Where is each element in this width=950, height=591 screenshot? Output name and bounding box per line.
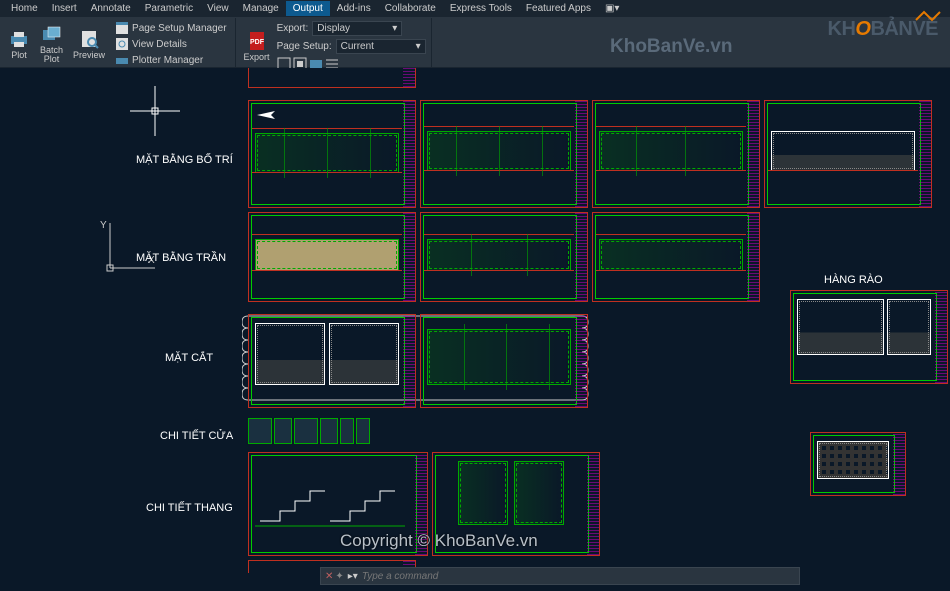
view-details-label: View Details [132,39,187,50]
title-block [893,433,905,495]
svg-text:Y: Y [100,220,107,231]
title-block [587,453,599,555]
plot-button[interactable]: Plot [4,20,34,68]
menu-bar: Home Insert Annotate Parametric View Man… [0,0,950,18]
drawing-frame [592,212,760,302]
drawing-frame [420,100,588,208]
row-label-4: CHI TIẾT CỬA [160,430,233,442]
plotter-manager-label: Plotter Manager [132,55,203,66]
crosshair-icon [130,86,180,136]
house-icon [914,10,944,22]
printer-icon [8,28,30,50]
title-block [403,315,415,407]
watermark-site: KhoBanVe.vn [610,36,732,58]
menu-collaborate[interactable]: Collaborate [378,1,443,16]
view-details-icon [115,37,129,51]
menu-manage[interactable]: Manage [236,1,286,16]
export-dd-value: Display [317,23,350,34]
command-placeholder: Type a command [362,571,439,582]
preview-icon [78,28,100,50]
title-block [403,101,415,207]
menu-express[interactable]: Express Tools [443,1,519,16]
row-label-5: CHI TIẾT THANG [146,502,233,514]
batch-plot-icon [41,24,63,46]
page-setup-label: Page Setup Manager [132,23,227,34]
menu-annotate[interactable]: Annotate [84,1,138,16]
plot-label: Plot [11,50,27,60]
export-dd-label: Export: [277,23,309,34]
title-block [935,291,947,383]
ribbon-panel-export: PDF Export Export: Display▾ Page Setup: … [236,18,432,67]
view-details-button[interactable]: View Details [111,36,231,52]
menu-addins[interactable]: Add-ins [330,1,378,16]
door-detail [320,418,338,444]
chevron-down-icon: ▾ [392,23,397,34]
plotter-manager-icon [115,53,129,67]
door-detail [274,418,292,444]
drawing-frame [790,290,948,384]
row-label-2: MẶT BẰNG TRẦN [136,252,226,264]
menu-featured[interactable]: Featured Apps [519,1,598,16]
page-setup-dd-value: Current [341,41,374,52]
drawing-frame [420,314,588,408]
prompt-caret: ▸▾ [348,571,358,582]
page-setup-dropdown[interactable]: Current ▾ [336,39,426,54]
command-line[interactable]: ✕ ✦ ▸▾ Type a command [320,567,800,585]
row-label-1: MẶT BẰNG BỐ TRÍ [136,154,233,166]
close-icon[interactable]: ✕ [325,571,333,582]
panel-toggle-icon[interactable]: ▣▾ [598,1,626,16]
door-detail [356,418,370,444]
drawing-frame [810,432,906,496]
drawing-frame [764,100,932,208]
watermark-logo: KHOBẢNVẼ [828,18,938,41]
menu-home[interactable]: Home [4,1,45,16]
drawing-frame [420,212,588,302]
title-block [575,213,587,301]
door-detail [248,418,272,444]
batch-plot-button[interactable]: Batch Plot [36,20,67,68]
export-button[interactable]: PDF Export [240,20,274,72]
batch-plot-label: Batch Plot [40,46,63,64]
page-setup-icon [115,21,129,35]
export-label: Export [244,52,270,62]
title-block [403,213,415,301]
north-arrow-icon [255,109,285,121]
ribbon: Plot Batch Plot Preview Page Setup Manag… [0,18,950,68]
door-detail [294,418,318,444]
preview-label: Preview [73,50,105,60]
drawing-frame [248,68,416,88]
menu-insert[interactable]: Insert [45,1,84,16]
menu-parametric[interactable]: Parametric [138,1,200,16]
ucs-icon: Y X [100,218,160,278]
row-label-3: MẶT CẮT [165,352,213,364]
page-setup-dd-label: Page Setup: [277,41,332,52]
door-detail [340,418,354,444]
title-block [747,213,759,301]
preview-button[interactable]: Preview [69,20,109,68]
drawing-frame [248,212,416,302]
page-setup-manager-button[interactable]: Page Setup Manager [111,20,231,36]
stair-section-icon [255,461,411,531]
side-label: HÀNG RÀO [824,274,883,286]
plotter-manager-button[interactable]: Plotter Manager [111,52,231,68]
door-details-row [248,418,370,444]
title-block [919,101,931,207]
chevron-down-icon: ▾ [416,41,421,52]
title-block [747,101,759,207]
ribbon-panel-plot: Plot Batch Plot Preview Page Setup Manag… [0,18,236,67]
customize-icon[interactable]: ✦ [335,571,343,582]
drawing-frame [248,314,416,408]
export-dropdown[interactable]: Display ▾ [312,21,402,36]
svg-text:PDF: PDF [250,39,265,46]
menu-output[interactable]: Output [286,1,330,16]
title-block [403,68,415,87]
title-block [575,315,587,407]
watermark-copyright: Copyright © KhoBanVe.vn [340,531,538,551]
menu-view[interactable]: View [200,1,236,16]
drawing-frame [248,100,416,208]
drawing-canvas[interactable]: Y X MẶT BẰNG BỐ TRÍ MẶT BẰNG TRẦN MẶT CẮ… [0,68,950,573]
pdf-icon: PDF [246,30,268,52]
drawing-frame [592,100,760,208]
title-block [575,101,587,207]
